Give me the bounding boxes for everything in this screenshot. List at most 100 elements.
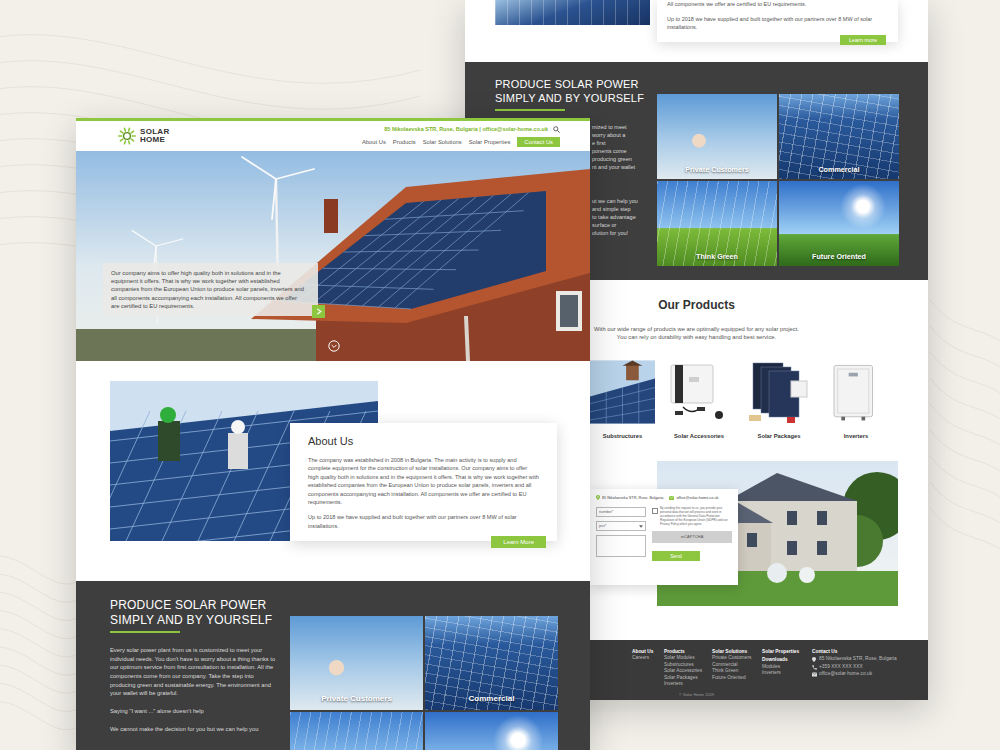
footer-heading[interactable]: Solar Properties: [762, 649, 806, 655]
solution-tile[interactable]: [290, 712, 423, 750]
recaptcha[interactable]: reCAPTCHA: [652, 531, 732, 543]
solution-tile[interactable]: Commercial: [779, 94, 899, 179]
intro-paragraph: Up to 2018 we have supplied and built to…: [667, 16, 888, 32]
solution-tile[interactable]: [425, 712, 558, 750]
footer-column: Solar SolutionsPrivate CustomersCommerci…: [712, 649, 756, 688]
product-photo-icon: [590, 357, 655, 427]
paragraph-line: worry about a: [592, 131, 650, 139]
footer-link[interactable]: Future Oriented: [712, 675, 756, 681]
footer-link[interactable]: Substructures: [664, 662, 706, 668]
about-paragraph: The company was established in 2008 in B…: [308, 456, 539, 506]
form-address: 85 Nikolaevska STR, Ruse, Bulgaria: [596, 495, 663, 500]
footer-heading[interactable]: Products: [664, 649, 706, 655]
tile-label: Private Customers: [321, 694, 392, 703]
tile-label: Commercial: [469, 694, 515, 703]
contact-entry: 85 Nikolaevska STR, Ruse, Bulgaria: [812, 656, 912, 662]
accent-bar: [76, 118, 590, 121]
footer-link[interactable]: Solar Accessories: [664, 668, 706, 674]
form-body: ject* By sending this request to us, you …: [596, 507, 732, 560]
consent-row: By sending this request to us, you provi…: [652, 507, 732, 526]
sun-logo-icon: [118, 127, 136, 145]
footer-column: Solar Properties DownloadsModulesInverter…: [762, 649, 806, 688]
footer-link[interactable]: Solar Modules: [664, 655, 706, 661]
product-item[interactable]: Inverters: [823, 357, 889, 439]
about-paragraph: Up to 2018 we have supplied and built to…: [308, 513, 539, 530]
product-item[interactable]: Substructures: [590, 357, 655, 439]
footer-heading[interactable]: About Us: [632, 649, 658, 655]
site-header: SOLARHOME 85 Nikolaevska STR, Ruse, Bulga…: [76, 121, 590, 151]
nav-link[interactable]: Solar Properties: [469, 139, 511, 145]
envelope-icon: [812, 672, 817, 677]
solution-tile[interactable]: Think Green: [657, 181, 777, 266]
nav-link[interactable]: About Us: [362, 139, 386, 145]
solution-tile[interactable]: Commercial: [425, 616, 558, 710]
contact-entry: +359 XXX XXX XXX: [812, 664, 912, 670]
solution-tile[interactable]: Future Oriented: [779, 181, 899, 266]
product-item[interactable]: Solar Packages: [743, 357, 815, 439]
intro-paragraph: All components we offer are certified to…: [667, 1, 888, 9]
heading-line: SIMPLY AND BY YOURSELF: [110, 613, 280, 628]
footer-link[interactable]: Inverters: [762, 670, 806, 676]
learn-more-button[interactable]: Learn More: [491, 536, 546, 548]
about-title: About Us: [308, 435, 539, 447]
contact-button[interactable]: Contact Us: [517, 137, 560, 147]
tile-label: Future Oriented: [812, 252, 866, 261]
produce-section: PRODUCE SOLAR POWERSIMPLY AND BY YOURSEL…: [76, 581, 590, 750]
form-header: 85 Nikolaevska STR, Ruse, Bulgaria office…: [596, 495, 732, 500]
send-button[interactable]: Send: [652, 551, 700, 561]
hero-text-card: Our company aims to offer high quality b…: [103, 263, 318, 316]
solution-tile[interactable]: Private Customers: [657, 94, 777, 179]
footer-link[interactable]: Solar Packages: [664, 675, 706, 681]
product-label: Inverters: [844, 433, 869, 439]
hero-next-button[interactable]: [312, 305, 325, 318]
email-text: office@solar-home.co.uk: [676, 496, 718, 500]
learn-more-button[interactable]: Learn more: [840, 35, 886, 45]
address-text: 85 Nikolaevska STR, Ruse, Bulgaria: [602, 496, 663, 500]
heading-underline: [110, 631, 180, 633]
tile-label: Think Green: [696, 252, 738, 261]
produce-paragraph: Saying "I want ..." alone doesn't help: [110, 707, 280, 716]
phone-input[interactable]: [596, 507, 646, 517]
logo-line: HOME: [140, 136, 170, 144]
footer-link[interactable]: Commercial: [712, 662, 756, 668]
header-right: 85 Nikolaevska STR, Ruse, Bulgaria | off…: [362, 126, 560, 147]
message-textarea[interactable]: [596, 535, 646, 557]
pin-icon: [812, 657, 817, 662]
about-section: About Us The company was established in 2…: [76, 361, 590, 581]
solutions-grid: Private Customers Commercial: [290, 616, 558, 750]
contact-line: 85 Nikolaevska STR, Ruse, Bulgaria | off…: [384, 126, 548, 132]
nav-link[interactable]: Products: [393, 139, 416, 145]
footer-link[interactable]: Private Customers: [712, 655, 756, 661]
produce-text: PRODUCE SOLAR POWERSIMPLY AND BY YOURSEL…: [110, 598, 280, 750]
tile-label: Commercial: [818, 165, 859, 174]
paragraph-line: surface or: [592, 221, 650, 229]
select-text: ject*: [599, 524, 606, 528]
footer-link[interactable]: Modules: [762, 664, 806, 670]
solution-tile[interactable]: Private Customers: [290, 616, 423, 710]
contact-entry: office@solar-home.co.uk: [812, 671, 912, 677]
product-image: [823, 357, 889, 427]
heading-underline: [495, 109, 565, 111]
section-heading: PRODUCE SOLAR POWERSIMPLY AND BY YOURSEL…: [110, 598, 280, 628]
footer-link[interactable]: Careers: [632, 655, 658, 661]
subject-select[interactable]: ject*: [596, 521, 646, 531]
paragraph-line: ponents come: [592, 147, 650, 155]
consent-checkbox[interactable]: [652, 508, 658, 514]
nav-link[interactable]: Solar Solutions: [423, 139, 462, 145]
footer-contact: Contact Us85 Nikolaevska STR, Ruse, Bulg…: [812, 649, 912, 688]
scroll-down-icon[interactable]: [328, 340, 340, 352]
paragraph-line: producing green: [592, 155, 650, 163]
footer-heading[interactable]: Solar Solutions: [712, 649, 756, 655]
product-accessories-icon: [663, 357, 735, 427]
footer-link[interactable]: Inverters: [664, 681, 706, 687]
product-label: Substructures: [603, 433, 642, 439]
heading-line: SIMPLY AND BY YOURSELF: [495, 92, 650, 106]
main-nav: About Us Products Solar Solutions Solar Pro…: [362, 137, 560, 147]
footer-link[interactable]: Think Green: [712, 668, 756, 674]
contact-text: +359 XXX XXX XXX: [819, 664, 863, 670]
paragraph-line: e first: [592, 139, 650, 147]
search-icon[interactable]: [553, 126, 560, 133]
footer-heading[interactable]: Downloads: [762, 657, 806, 663]
logo[interactable]: SOLARHOME: [118, 127, 170, 145]
product-item[interactable]: Solar Accessories: [663, 357, 735, 439]
